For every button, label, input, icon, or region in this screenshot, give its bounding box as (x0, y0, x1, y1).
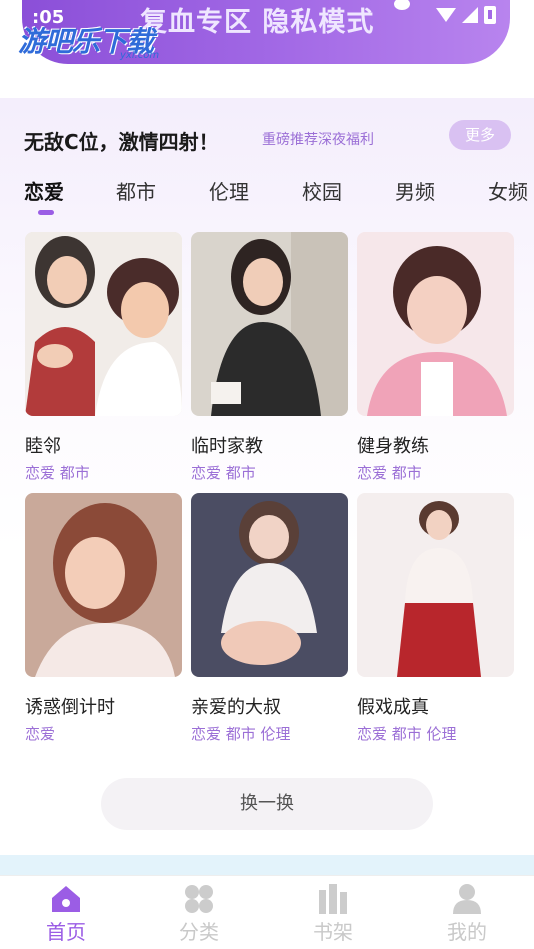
book-title: 睦邻 (25, 436, 61, 457)
bottom-nav: 首页 分类 书架 我的 (0, 875, 534, 949)
wifi-icon (436, 8, 456, 22)
book-cover[interactable] (25, 232, 182, 416)
tab-city[interactable]: 都市 (116, 176, 156, 205)
tab-romance[interactable]: 恋爱 (24, 176, 64, 205)
nav-profile[interactable]: 我的 (427, 882, 507, 945)
nav-home[interactable]: 首页 (26, 882, 106, 945)
section-subtitle: 重磅推荐深夜福利 (262, 132, 374, 148)
more-button[interactable]: 更多 (449, 120, 511, 150)
nav-bookshelf[interactable]: 书架 (293, 882, 373, 945)
book-card[interactable]: 亲爱的大叔 恋爱 都市 伦理 (191, 493, 348, 744)
section-title: 无敌C位，激情四射！ (24, 130, 219, 154)
tab-ethics[interactable]: 伦理 (209, 176, 249, 205)
nav-label: 我的 (447, 920, 487, 944)
tab-campus[interactable]: 校园 (302, 176, 342, 205)
tab-indicator (38, 210, 54, 215)
book-title: 假戏成真 (357, 697, 429, 718)
recommend-section: 无敌C位，激情四射！ 重磅推荐深夜福利 更多 恋爱 都市 伦理 校园 男频 女频… (0, 98, 534, 850)
nav-label: 分类 (179, 920, 219, 944)
book-title: 亲爱的大叔 (191, 697, 281, 718)
status-icons (436, 6, 496, 24)
book-title: 临时家教 (191, 436, 263, 457)
bookshelf-icon (313, 882, 353, 916)
nav-category[interactable]: 分类 (159, 882, 239, 945)
book-title: 诱惑倒计时 (25, 697, 115, 718)
battery-icon (484, 6, 496, 24)
book-cover[interactable] (357, 232, 514, 416)
home-icon (46, 882, 86, 916)
watermark-sub: yxl.com (120, 50, 160, 61)
book-card[interactable]: 诱惑倒计时 恋爱 (25, 493, 182, 744)
nav-label: 书架 (313, 920, 353, 944)
tab-male[interactable]: 男频 (395, 176, 435, 205)
book-tags: 恋爱 都市 伦理 (357, 725, 457, 743)
category-tabs: 恋爱 都市 伦理 校园 男频 女频 (0, 176, 534, 216)
book-title: 健身教练 (357, 436, 429, 457)
book-cover[interactable] (191, 232, 348, 416)
next-section-strip (0, 855, 534, 875)
book-tags: 恋爱 都市 (191, 464, 256, 482)
signal-icon (462, 7, 478, 23)
banner-text: 复血专区 隐私模式 (140, 7, 375, 38)
book-card[interactable]: 假戏成真 恋爱 都市 伦理 (357, 493, 514, 744)
book-card[interactable]: 睦邻 恋爱 都市 (25, 232, 182, 483)
book-cover[interactable] (25, 493, 182, 677)
refresh-button[interactable]: 换一换 (101, 778, 433, 830)
book-card[interactable]: 健身教练 恋爱 都市 (357, 232, 514, 483)
nav-label: 首页 (46, 920, 86, 944)
bubble-icon (394, 0, 410, 10)
book-tags: 恋爱 都市 (25, 464, 90, 482)
book-cover[interactable] (191, 493, 348, 677)
book-tags: 恋爱 都市 (357, 464, 422, 482)
category-icon (179, 882, 219, 916)
profile-icon (447, 882, 487, 916)
book-tags: 恋爱 (25, 725, 56, 743)
tab-female[interactable]: 女频 (488, 176, 528, 205)
book-cover[interactable] (357, 493, 514, 677)
book-tags: 恋爱 都市 伦理 (191, 725, 291, 743)
book-card[interactable]: 临时家教 恋爱 都市 (191, 232, 348, 483)
